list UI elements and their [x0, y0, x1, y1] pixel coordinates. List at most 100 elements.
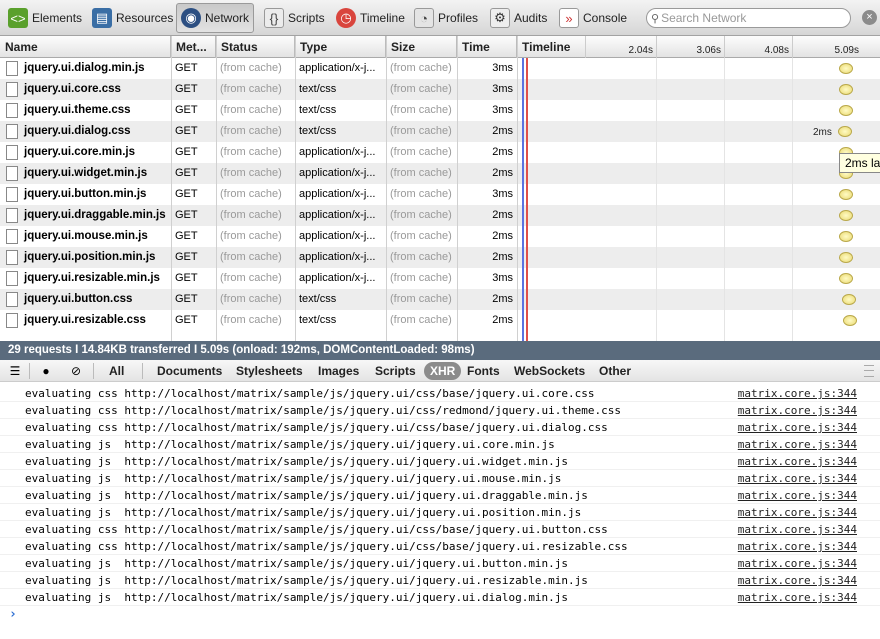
timeline-bar[interactable] — [838, 126, 852, 137]
message-text: evaluating css http://localhost/matrix/s… — [25, 523, 608, 536]
message-source-link[interactable]: matrix.core.js:344 — [738, 385, 857, 402]
tab-network[interactable]: ◉ Network — [176, 3, 255, 33]
table-row[interactable]: jquery.ui.dialog.css GET (from cache) text/… — [0, 121, 880, 142]
message-text: evaluating js http://localhost/matrix/sa… — [25, 591, 569, 604]
message-source-link[interactable]: matrix.core.js:344 — [738, 402, 857, 419]
cell-size: (from cache) — [390, 251, 452, 263]
column-size[interactable]: Size — [386, 36, 457, 58]
cell-time: 3ms — [492, 83, 513, 95]
list-icon[interactable]: ☰ — [4, 362, 26, 380]
search-input[interactable] — [661, 11, 842, 25]
timeline-bar[interactable] — [839, 210, 853, 221]
console-message: evaluating css http://localhost/matrix/s… — [0, 419, 880, 436]
message-source-link[interactable]: matrix.core.js:344 — [738, 555, 857, 572]
table-row[interactable]: jquery.ui.mouse.min.js GET (from cache) app… — [0, 226, 880, 247]
cell-type: text/css — [299, 104, 337, 116]
timeline-bar[interactable] — [839, 105, 853, 116]
table-row[interactable]: jquery.ui.dialog.min.js GET (from cache) ap… — [0, 58, 880, 79]
table-row[interactable]: jquery.ui.button.min.js GET (from cache) ap… — [0, 184, 880, 205]
column-time[interactable]: Time — [457, 36, 517, 58]
tab-resources[interactable]: ▤ Resources — [88, 3, 177, 33]
column-status[interactable]: Status — [216, 36, 295, 58]
message-source-link[interactable]: matrix.core.js:344 — [738, 419, 857, 436]
filter-stylesheets[interactable]: Stylesheets — [230, 362, 309, 380]
console-prompt[interactable]: › — [9, 607, 17, 622]
timeline-bar[interactable] — [843, 315, 857, 326]
record-icon[interactable]: ● — [35, 362, 57, 380]
table-row[interactable]: jquery.ui.resizable.min.js GET (from cache… — [0, 268, 880, 289]
console-message: evaluating css http://localhost/matrix/s… — [0, 385, 880, 402]
table-row[interactable]: jquery.ui.resizable.css GET (from cache) te… — [0, 310, 880, 331]
column-method[interactable]: Met... — [171, 36, 216, 58]
message-text: evaluating js http://localhost/matrix/sa… — [25, 438, 555, 451]
timeline-bar[interactable] — [839, 189, 853, 200]
message-source-link[interactable]: matrix.core.js:344 — [738, 521, 857, 538]
filter-images[interactable]: Images — [312, 362, 365, 380]
message-source-link[interactable]: matrix.core.js:344 — [738, 572, 857, 589]
clear-icon[interactable]: ⊘ — [65, 362, 87, 380]
cell-status: (from cache) — [220, 83, 282, 95]
message-source-link[interactable]: matrix.core.js:344 — [738, 436, 857, 453]
table-row[interactable]: jquery.ui.theme.css GET (from cache) text/c… — [0, 100, 880, 121]
table-row[interactable]: jquery.ui.button.css GET (from cache) text/… — [0, 289, 880, 310]
column-type[interactable]: Type — [295, 36, 386, 58]
table-row[interactable]: jquery.ui.position.min.js GET (from cache)… — [0, 247, 880, 268]
message-source-link[interactable]: matrix.core.js:344 — [738, 504, 857, 521]
divider — [93, 363, 94, 379]
message-source-link[interactable]: matrix.core.js:344 — [738, 470, 857, 487]
message-text: evaluating js http://localhost/matrix/sa… — [25, 455, 569, 468]
message-source-link[interactable]: matrix.core.js:344 — [738, 453, 857, 470]
resize-handle-icon[interactable] — [864, 365, 874, 377]
console-message: evaluating js http://localhost/matrix/sa… — [0, 555, 880, 572]
timeline-tick: 5.09s — [792, 36, 862, 58]
tab-timeline[interactable]: ◷ Timeline — [332, 3, 409, 33]
cell-time: 2ms — [492, 230, 513, 242]
timeline-bar[interactable] — [839, 231, 853, 242]
cell-method: GET — [175, 188, 198, 200]
cell-name: jquery.ui.theme.css — [24, 104, 131, 116]
network-icon: ◉ — [181, 8, 201, 28]
tab-console[interactable]: » Console — [555, 3, 631, 33]
timeline-bar[interactable] — [839, 63, 853, 74]
table-row[interactable]: jquery.ui.core.css GET (from cache) text/cs… — [0, 79, 880, 100]
column-timeline[interactable]: Timeline — [517, 36, 585, 58]
cell-name: jquery.ui.dialog.min.js — [24, 62, 145, 74]
cell-type: application/x-j... — [299, 188, 376, 200]
tab-scripts[interactable]: {} Scripts — [260, 3, 329, 33]
tab-audits[interactable]: ⚙ Audits — [486, 3, 551, 33]
tab-elements[interactable]: <> Elements — [4, 3, 86, 33]
divider — [142, 363, 143, 379]
table-row[interactable]: jquery.ui.draggable.min.js GET (from cache… — [0, 205, 880, 226]
filter-fonts[interactable]: Fonts — [461, 362, 506, 380]
filter-all[interactable]: All — [103, 362, 130, 380]
table-row[interactable]: jquery.ui.widget.min.js GET (from cache) ap… — [0, 163, 880, 184]
tab-profiles[interactable]: ◔ Profiles — [410, 3, 482, 33]
timeline-tick: 2.04s — [585, 36, 656, 58]
close-icon[interactable]: × — [862, 10, 877, 25]
column-name[interactable]: Name — [0, 36, 171, 58]
timeline-bar[interactable] — [839, 252, 853, 263]
filter-scripts[interactable]: Scripts — [369, 362, 422, 380]
search-box[interactable]: ⚲ — [646, 8, 851, 28]
network-table: Name Met... Status Type Size Time Timeli… — [0, 36, 880, 341]
filter-xhr[interactable]: XHR — [424, 362, 462, 380]
filter-documents[interactable]: Documents — [151, 362, 228, 380]
cell-size: (from cache) — [390, 146, 452, 158]
timeline-bar[interactable] — [839, 84, 853, 95]
filter-websockets[interactable]: WebSockets — [508, 362, 591, 380]
cell-type: text/css — [299, 293, 337, 305]
filter-other[interactable]: Other — [593, 362, 637, 380]
message-text: evaluating js http://localhost/matrix/sa… — [25, 472, 562, 485]
timeline-bar[interactable] — [842, 294, 856, 305]
cell-size: (from cache) — [390, 62, 452, 74]
console-message: evaluating css http://localhost/matrix/s… — [0, 538, 880, 555]
table-row[interactable]: jquery.ui.core.min.js GET (from cache) appl… — [0, 142, 880, 163]
timeline-bar[interactable] — [839, 273, 853, 284]
cell-name: jquery.ui.button.min.js — [24, 188, 147, 200]
column-divider — [386, 36, 387, 341]
cell-name: jquery.ui.core.css — [24, 83, 121, 95]
message-source-link[interactable]: matrix.core.js:344 — [738, 589, 857, 606]
cell-status: (from cache) — [220, 293, 282, 305]
message-source-link[interactable]: matrix.core.js:344 — [738, 487, 857, 504]
message-source-link[interactable]: matrix.core.js:344 — [738, 538, 857, 555]
